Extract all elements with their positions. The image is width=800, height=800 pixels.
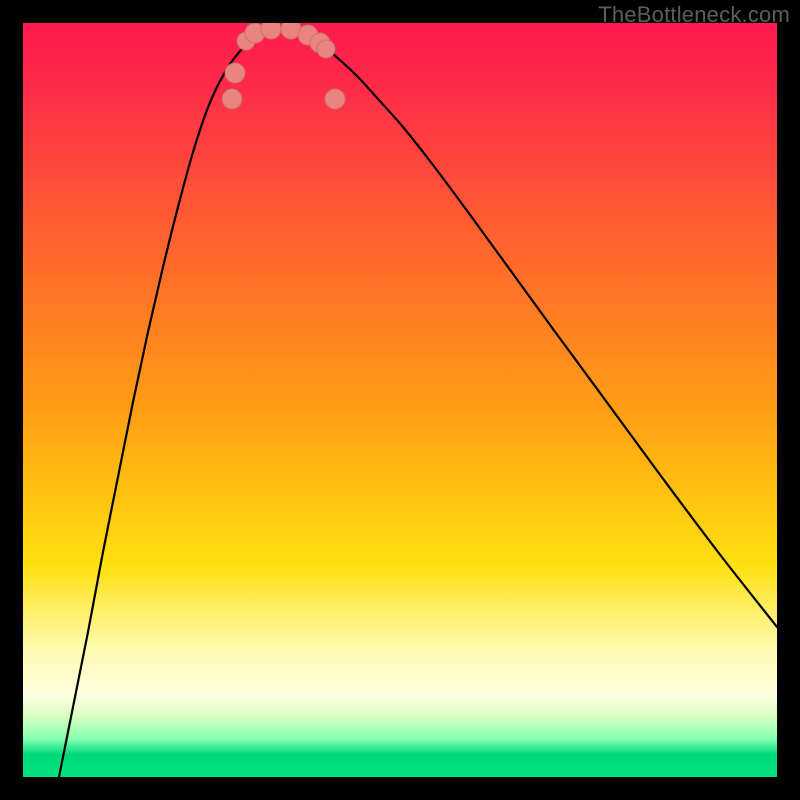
watermark-text: TheBottleneck.com [598,2,790,28]
bottleneck-curve [59,28,777,777]
data-markers [222,23,345,109]
bottleneck-plot [23,23,777,777]
data-marker [325,89,345,109]
chart-area [23,23,777,777]
data-marker [225,63,245,83]
data-marker [317,40,335,58]
data-marker [222,89,242,109]
data-marker [261,23,281,39]
